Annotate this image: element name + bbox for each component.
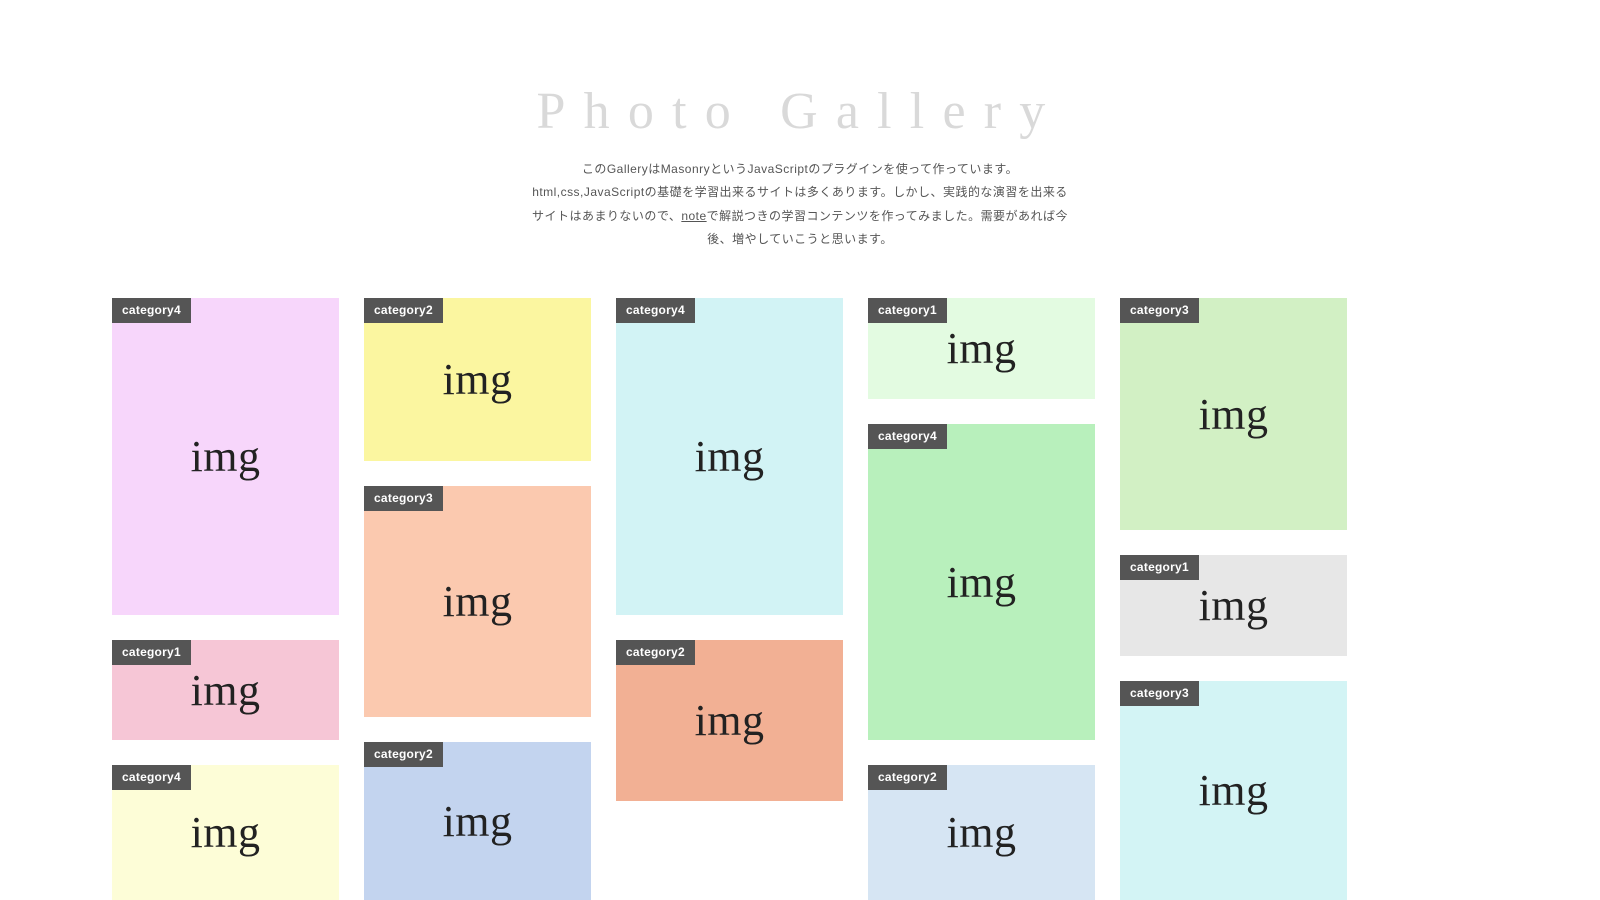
- gallery-card[interactable]: category4 img: [112, 298, 339, 615]
- category-badge: category4: [868, 424, 947, 449]
- gallery-card[interactable]: category1img: [112, 640, 339, 740]
- category-badge: category3: [1120, 681, 1199, 706]
- category-badge: category4: [616, 298, 695, 323]
- image-placeholder-label: img: [1199, 580, 1269, 631]
- image-placeholder-label: img: [947, 807, 1017, 858]
- category-badge: category3: [1120, 298, 1199, 323]
- category-badge: category3: [364, 486, 443, 511]
- image-placeholder-label: img: [947, 323, 1017, 374]
- category-badge: category1: [1120, 555, 1199, 580]
- image-placeholder-label: img: [1199, 389, 1269, 440]
- gallery-card[interactable]: category4img: [112, 765, 339, 900]
- gallery-card[interactable]: category1img: [1120, 555, 1347, 656]
- image-placeholder-label: img: [191, 431, 261, 482]
- image-placeholder-label: img: [443, 576, 513, 627]
- category-badge: category2: [364, 298, 443, 323]
- gallery-card[interactable]: category2 img: [364, 742, 591, 900]
- category-badge: category1: [112, 640, 191, 665]
- category-badge: category1: [868, 298, 947, 323]
- image-placeholder-label: img: [191, 665, 261, 716]
- desc-line-1: このGalleryはMasonryというJavaScriptのプラグインを使って…: [582, 162, 1018, 176]
- gallery-card[interactable]: category3 img: [1120, 298, 1347, 530]
- category-badge: category4: [112, 765, 191, 790]
- image-placeholder-label: img: [947, 557, 1017, 608]
- gallery-card[interactable]: category1img: [868, 298, 1095, 399]
- gallery-card[interactable]: category4 img: [616, 298, 843, 615]
- gallery-card[interactable]: category2 img: [616, 640, 843, 801]
- category-badge: category2: [616, 640, 695, 665]
- category-badge: category4: [112, 298, 191, 323]
- gallery-card[interactable]: category2 img: [364, 298, 591, 461]
- description: このGalleryはMasonryというJavaScriptのプラグインを使って…: [530, 158, 1070, 252]
- gallery-grid: category4imgcategory1imgcategory4imgcate…: [112, 298, 1488, 900]
- image-placeholder-label: img: [191, 807, 261, 858]
- desc-line-2b: で解説つきの学習コンテンツを作ってみました。需要があれば今後、増やしていこうと思…: [707, 209, 1068, 246]
- image-placeholder-label: img: [1199, 765, 1269, 816]
- image-placeholder-label: img: [443, 796, 513, 847]
- category-badge: category2: [868, 765, 947, 790]
- gallery-card[interactable]: category2img: [868, 765, 1095, 900]
- gallery-card[interactable]: category4 img: [868, 424, 1095, 740]
- image-placeholder-label: img: [695, 431, 765, 482]
- page-title: Photo Gallery: [0, 82, 1600, 141]
- gallery-card[interactable]: category3 img: [1120, 681, 1347, 900]
- gallery-card[interactable]: category3 img: [364, 486, 591, 717]
- category-badge: category2: [364, 742, 443, 767]
- image-placeholder-label: img: [443, 354, 513, 405]
- image-placeholder-label: img: [695, 695, 765, 746]
- note-link[interactable]: note: [681, 209, 706, 223]
